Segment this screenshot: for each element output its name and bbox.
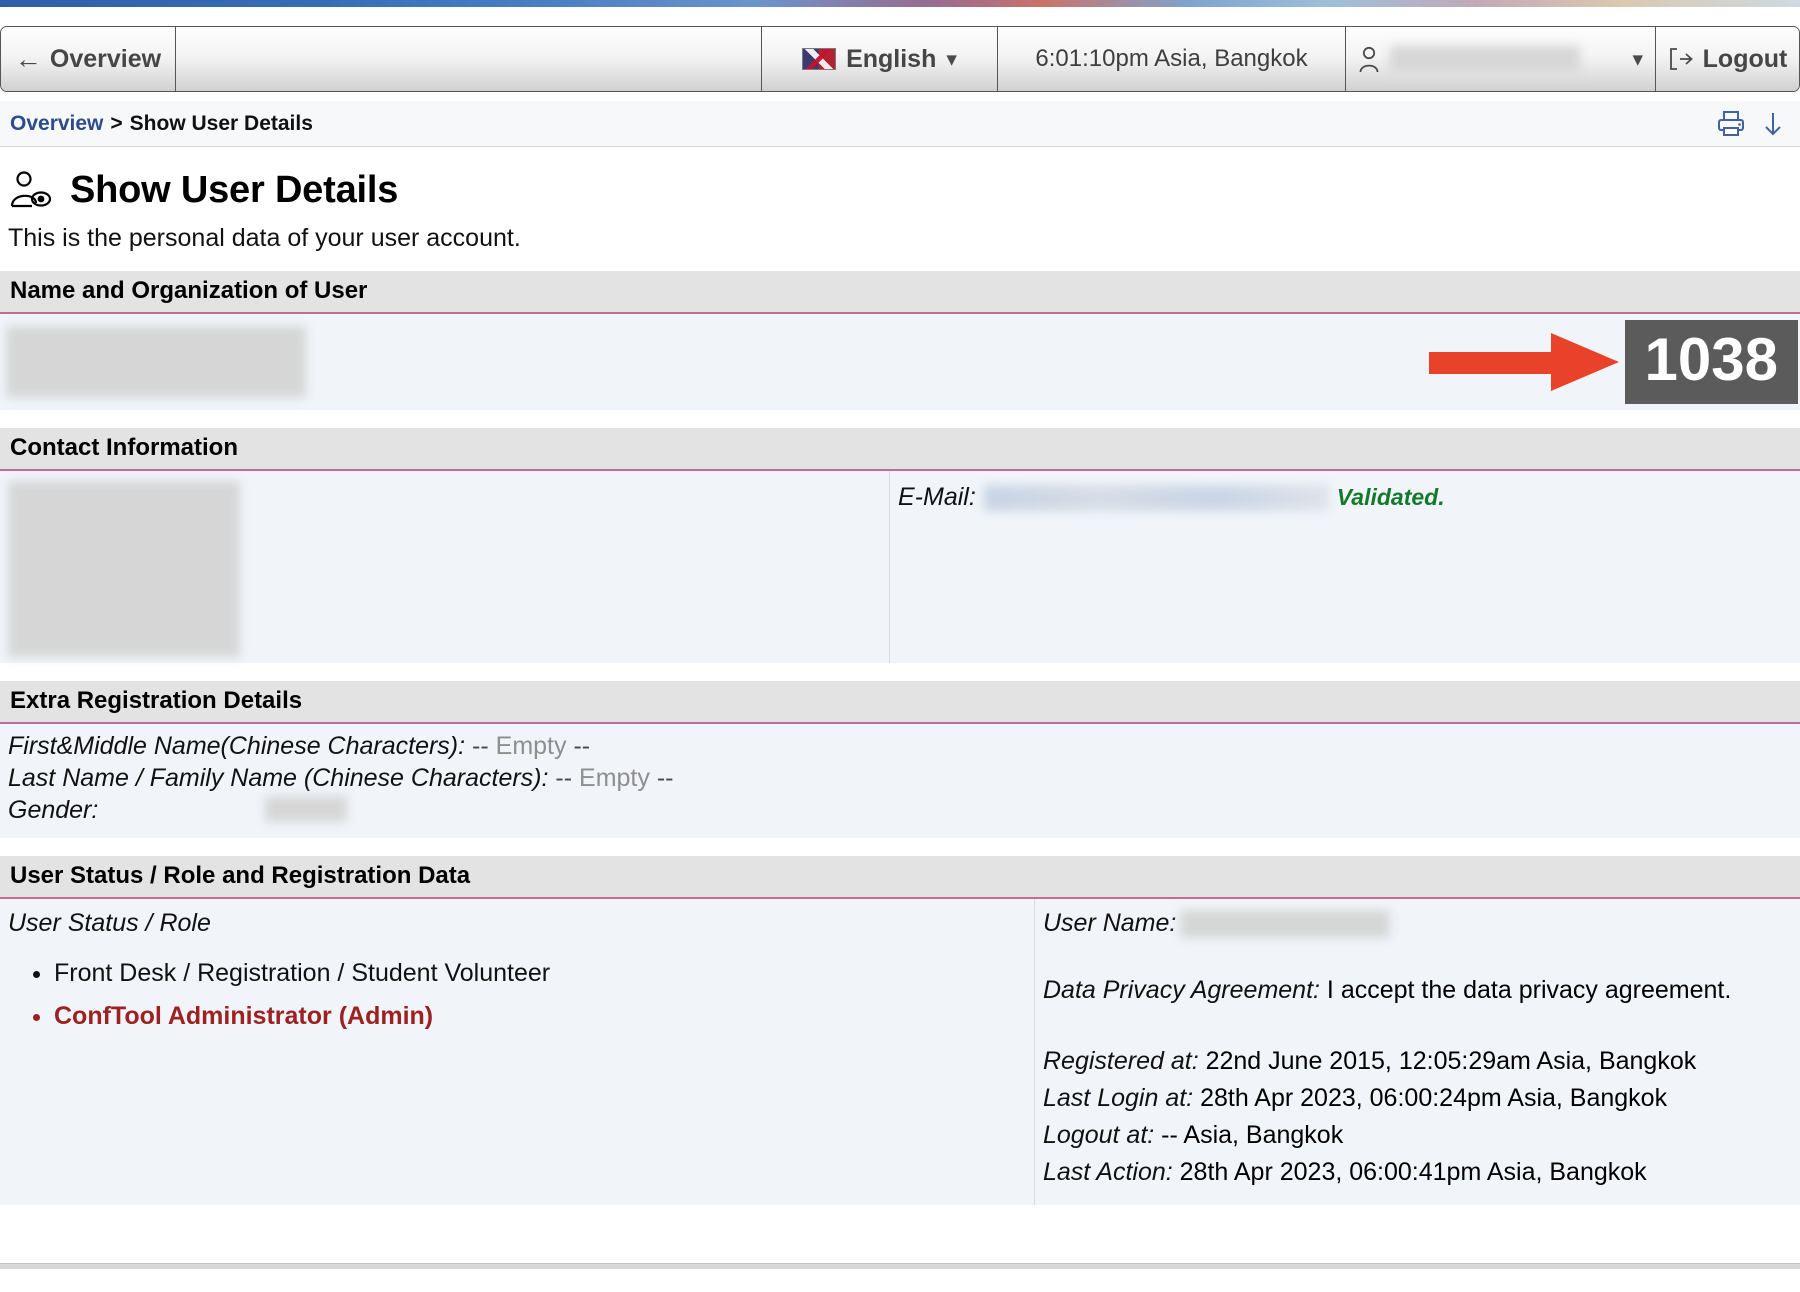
registered-at-value: 22nd June 2015, 12:05:29am Asia, Bangkok	[1205, 1047, 1697, 1075]
last-action-row: Last Action: 28th Apr 2023, 06:00:41pm A…	[1043, 1154, 1800, 1191]
last-login-label: Last Login at:	[1043, 1084, 1194, 1112]
page-tail	[0, 1205, 1800, 1263]
section-body-contact: E-Mail: Validated.	[0, 471, 1800, 663]
email-label: E-Mail:	[898, 483, 976, 511]
bottom-rule	[0, 1263, 1800, 1269]
server-time-label: 6:01:10pm Asia, Bangkok	[1035, 45, 1308, 72]
language-label: English	[846, 44, 937, 73]
gender-value-redacted	[265, 796, 348, 822]
overview-back-label: Overview	[49, 44, 162, 73]
list-item: ConfTool Administrator (Admin)	[54, 995, 1034, 1038]
user-view-icon	[10, 170, 52, 207]
person-icon	[1359, 46, 1379, 73]
chevron-down-icon: ▾	[946, 47, 957, 71]
contact-address-column	[0, 471, 890, 663]
user-role-list: Front Desk / Registration / Student Volu…	[8, 952, 1034, 1038]
logout-at-value: -- Asia, Bangkok	[1161, 1121, 1344, 1149]
logout-at-row: Logout at: -- Asia, Bangkok	[1043, 1117, 1800, 1154]
breadcrumb-tools	[1716, 110, 1786, 138]
extra-value-suffix: --	[656, 764, 674, 792]
extra-row: Gender:	[8, 794, 1800, 826]
registered-at-row: Registered at: 22nd June 2015, 12:05:29a…	[1043, 1043, 1800, 1080]
user-menu[interactable]: ▾	[1346, 27, 1656, 91]
extra-value-prefix: --	[555, 764, 573, 792]
page-title-row: Show User Details	[0, 147, 1800, 212]
gender-label: Gender:	[8, 796, 99, 824]
last-action-label: Last Action:	[1043, 1158, 1173, 1186]
breadcrumb-separator: >	[110, 111, 123, 135]
section-heading-status: User Status / Role and Registration Data	[0, 856, 1800, 899]
last-login-row: Last Login at: 28th Apr 2023, 06:00:24pm…	[1043, 1080, 1800, 1117]
username-label: User Name:	[1043, 909, 1177, 937]
contact-address-redacted	[8, 481, 240, 657]
extra-value-suffix: --	[573, 732, 591, 760]
logout-label: Logout	[1702, 44, 1788, 73]
annotation-arrow-icon	[1428, 333, 1619, 391]
logout-button[interactable]: Logout	[1656, 27, 1799, 91]
language-selector[interactable]: English ▾	[762, 27, 998, 91]
page-intro: This is the personal data of your user a…	[8, 224, 521, 252]
email-validated-status: Validated.	[1336, 484, 1445, 510]
page-title: Show User Details	[70, 169, 399, 211]
extra-row: Last Name / Family Name (Chinese Charact…	[8, 762, 1800, 794]
privacy-agreement-row: Data Privacy Agreement: I accept the dat…	[1043, 972, 1800, 1009]
breadcrumb-current: Show User Details	[129, 111, 313, 135]
privacy-agreement-label: Data Privacy Agreement:	[1043, 976, 1320, 1004]
breadcrumb-link-overview[interactable]: Overview	[10, 112, 103, 136]
chevron-down-icon: ▾	[1632, 47, 1643, 71]
extra-value-word: Empty	[579, 764, 650, 792]
user-id-badge: 1038	[1624, 320, 1798, 404]
printer-icon[interactable]	[1716, 110, 1746, 138]
uk-us-flag-icon	[802, 48, 837, 70]
section-heading-contact: Contact Information	[0, 428, 1800, 471]
extra-row: First&Middle Name(Chinese Characters): -…	[8, 730, 1800, 762]
username-row: User Name:	[1043, 909, 1800, 938]
registered-at-label: Registered at:	[1043, 1047, 1199, 1075]
extra-label: First&Middle Name(Chinese Characters):	[8, 732, 466, 760]
user-status-role-label: User Status / Role	[8, 909, 211, 937]
arrow-left-icon: ←	[14, 43, 42, 74]
current-user-name-redacted	[1390, 46, 1580, 72]
username-value-redacted	[1180, 909, 1391, 938]
status-role-column: User Status / Role Front Desk / Registra…	[0, 899, 1035, 1205]
privacy-agreement-value: I accept the data privacy agreement.	[1326, 976, 1732, 1004]
section-body-name-org: 1038	[0, 314, 1800, 410]
list-item: Front Desk / Registration / Student Volu…	[54, 952, 1034, 995]
top-toolbar: ← Overview English ▾ 6:01:10pm Asia, Ban…	[0, 26, 1800, 92]
email-value-redacted	[983, 484, 1329, 511]
logout-icon	[1669, 48, 1693, 70]
download-arrow-icon[interactable]	[1760, 110, 1786, 138]
status-registration-column: User Name: Data Privacy Agreement: I acc…	[1035, 899, 1800, 1205]
logout-at-label: Logout at:	[1043, 1121, 1155, 1149]
user-id-badge-group: 1038	[1428, 320, 1800, 404]
extra-label: Last Name / Family Name (Chinese Charact…	[8, 764, 549, 792]
user-name-org-redacted	[6, 326, 306, 398]
browser-chrome-strip	[0, 0, 1800, 7]
last-action-value: 28th Apr 2023, 06:00:41pm Asia, Bangkok	[1179, 1158, 1647, 1186]
contact-email-column: E-Mail: Validated.	[890, 471, 1800, 663]
server-time-display: 6:01:10pm Asia, Bangkok	[998, 27, 1346, 91]
app-page: ← Overview English ▾ 6:01:10pm Asia, Ban…	[0, 7, 1800, 1269]
overview-back-button[interactable]: ← Overview	[1, 27, 176, 91]
extra-value-prefix: --	[472, 732, 489, 760]
section-body-extra: First&Middle Name(Chinese Characters): -…	[0, 724, 1800, 838]
section-heading-name-org: Name and Organization of User	[0, 271, 1800, 314]
section-heading-extra: Extra Registration Details	[0, 681, 1800, 724]
section-body-status: User Status / Role Front Desk / Registra…	[0, 899, 1800, 1205]
email-row: E-Mail: Validated.	[898, 483, 1800, 512]
toolbar-spacer	[176, 27, 762, 91]
extra-value-word: Empty	[495, 732, 567, 760]
last-login-value: 28th Apr 2023, 06:00:24pm Asia, Bangkok	[1200, 1084, 1668, 1112]
breadcrumb: Overview > Show User Details	[0, 101, 1800, 147]
